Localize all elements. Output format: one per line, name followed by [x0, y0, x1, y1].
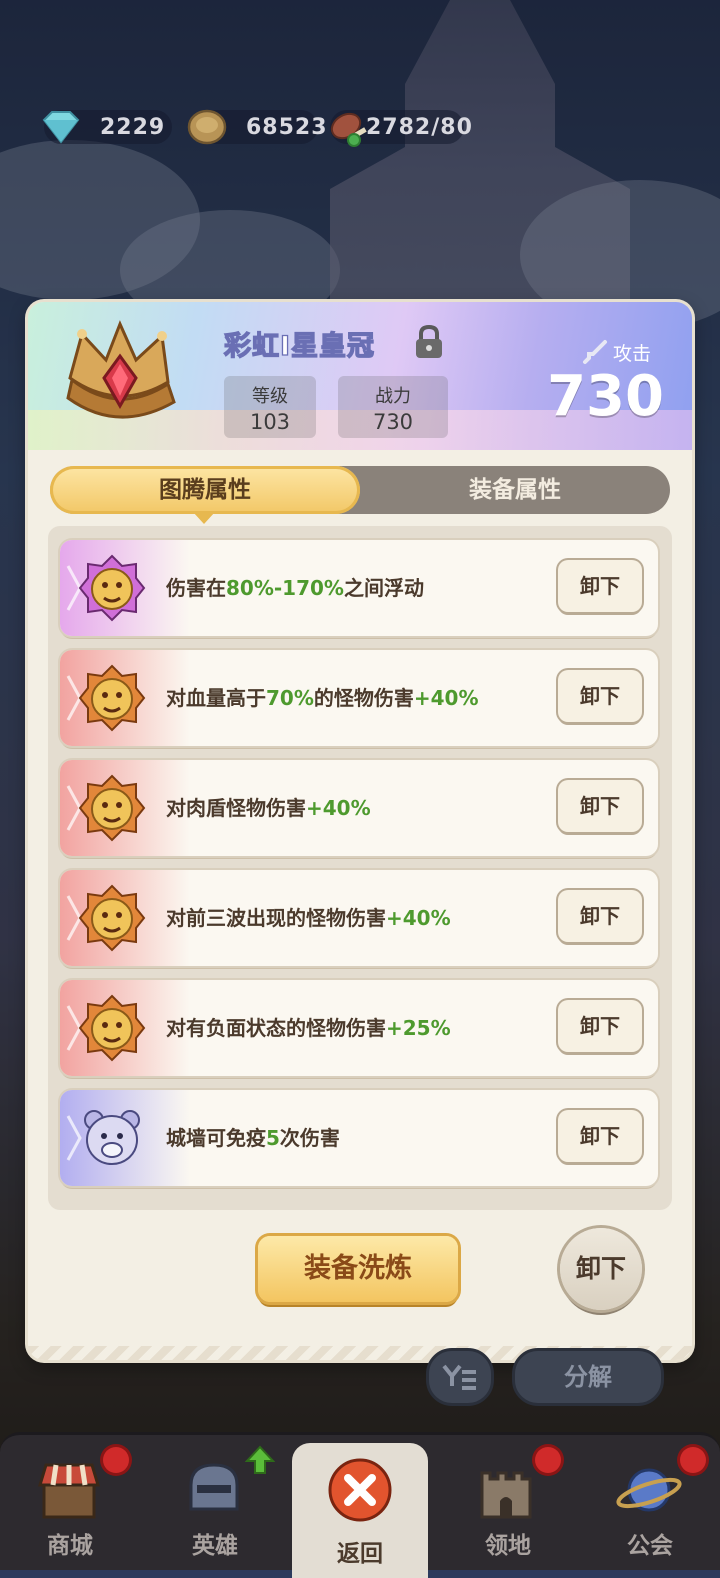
helmet-icon	[189, 1463, 239, 1511]
bear-blue-icon	[84, 1110, 140, 1165]
notification-badge	[680, 1447, 706, 1473]
attribute-row: 对血量高于70%的怪物伤害+40% 卸下	[60, 650, 658, 746]
lion-red-icon	[78, 664, 146, 732]
attribute-row: 城墙可免疫5次伤害 卸下	[60, 1090, 658, 1186]
item-name: 彩虹I星皇冠	[223, 330, 376, 362]
coin-icon	[187, 109, 227, 145]
power-value: 730	[372, 410, 414, 434]
attribute-row: 对有负面状态的怪物伤害+25% 卸下	[60, 980, 658, 1076]
diamond-icon	[42, 111, 80, 144]
attribute-list: 伤害在80%-170%之间浮动 卸下 对血量高于70%的怪物伤害+40% 卸下	[48, 526, 672, 1210]
attribute-text: 伤害在80%-170%之间浮动	[166, 576, 424, 600]
close-icon	[328, 1458, 392, 1522]
crown-icon	[66, 320, 176, 419]
unequip-all-button[interactable]: 卸下	[560, 1228, 642, 1310]
unequip-button[interactable]: 卸下	[558, 890, 642, 942]
resource-coin: 68523	[187, 109, 327, 145]
attribute-text: 对有负面状态的怪物伤害+25%	[166, 1016, 451, 1040]
lion-red-icon	[78, 884, 146, 952]
tab-equipment-attributes[interactable]: 装备属性	[360, 466, 670, 514]
attribute-text: 城墙可免疫5次伤害	[166, 1126, 340, 1150]
attribute-text: 对血量高于70%的怪物伤害+40%	[166, 686, 479, 710]
unequip-button[interactable]: 卸下	[558, 1000, 642, 1052]
level-box: 等级 103	[224, 376, 316, 438]
attribute-row: 对肉盾怪物伤害+40% 卸下	[60, 760, 658, 856]
attack-value: 730	[547, 364, 664, 429]
notification-badge	[103, 1447, 129, 1473]
shop-icon	[37, 1463, 101, 1519]
tab-pointer	[193, 512, 215, 524]
lion-red-icon	[78, 994, 146, 1062]
refine-equipment-button[interactable]: 装备洗炼	[258, 1236, 458, 1302]
attribute-text: 对肉盾怪物伤害+40%	[166, 796, 371, 820]
nav-label: 英雄	[192, 1533, 238, 1559]
sword-icon	[583, 340, 607, 364]
nav-label: 领地	[485, 1533, 531, 1559]
resource-value: 2782/80	[366, 114, 473, 140]
nav-label: 公会	[627, 1533, 673, 1559]
resource-diamond: 2229	[42, 110, 172, 144]
filter-button[interactable]	[426, 1348, 494, 1406]
power-box: 战力 730	[338, 376, 448, 438]
item-detail-panel: 彩虹I星皇冠 等级 103 战力 730 攻击 730 图腾属性 装备属性 伤害…	[28, 302, 692, 1360]
attribute-row: 伤害在80%-170%之间浮动 卸下	[60, 540, 658, 636]
resource-value: 2229	[100, 114, 166, 140]
unequip-button[interactable]: 卸下	[558, 560, 642, 612]
tab-totem-attributes[interactable]: 图腾属性	[50, 466, 360, 514]
nav-back[interactable]: 返回	[292, 1443, 428, 1578]
attribute-row: 对前三波出现的怪物伤害+40% 卸下	[60, 870, 658, 966]
bottom-navigation: 商城 英雄 返回 领地 公会	[0, 1432, 720, 1578]
nav-label: 返回	[337, 1541, 383, 1567]
filter-icon	[442, 1364, 476, 1390]
resource-value: 68523	[246, 114, 328, 140]
resource-meat: 2782/80	[330, 110, 472, 147]
level-value: 103	[249, 410, 291, 434]
attack-label: 攻击	[581, 338, 651, 366]
level-label: 等级	[252, 386, 288, 407]
lion-purple-icon	[78, 554, 146, 622]
power-label: 战力	[375, 386, 411, 407]
notification-badge	[535, 1447, 561, 1473]
unequip-button[interactable]: 卸下	[558, 780, 642, 832]
unequip-button[interactable]: 卸下	[558, 670, 642, 722]
planet-icon	[616, 1468, 682, 1512]
decompose-button[interactable]: 分解	[512, 1348, 664, 1406]
meat-icon	[330, 112, 367, 147]
lion-red-icon	[78, 774, 146, 842]
unequip-button[interactable]: 卸下	[558, 1110, 642, 1162]
attribute-tabs: 图腾属性 装备属性	[50, 466, 670, 514]
item-header: 彩虹I星皇冠 等级 103 战力 730 攻击 730	[28, 302, 692, 450]
castle-icon	[480, 1471, 532, 1519]
nav-label: 商城	[47, 1533, 93, 1559]
lock-icon[interactable]	[413, 324, 445, 360]
upgrade-arrow-icon	[245, 1445, 275, 1474]
nav-hero[interactable]: 英雄	[145, 1435, 285, 1570]
attribute-text: 对前三波出现的怪物伤害+40%	[166, 906, 451, 930]
